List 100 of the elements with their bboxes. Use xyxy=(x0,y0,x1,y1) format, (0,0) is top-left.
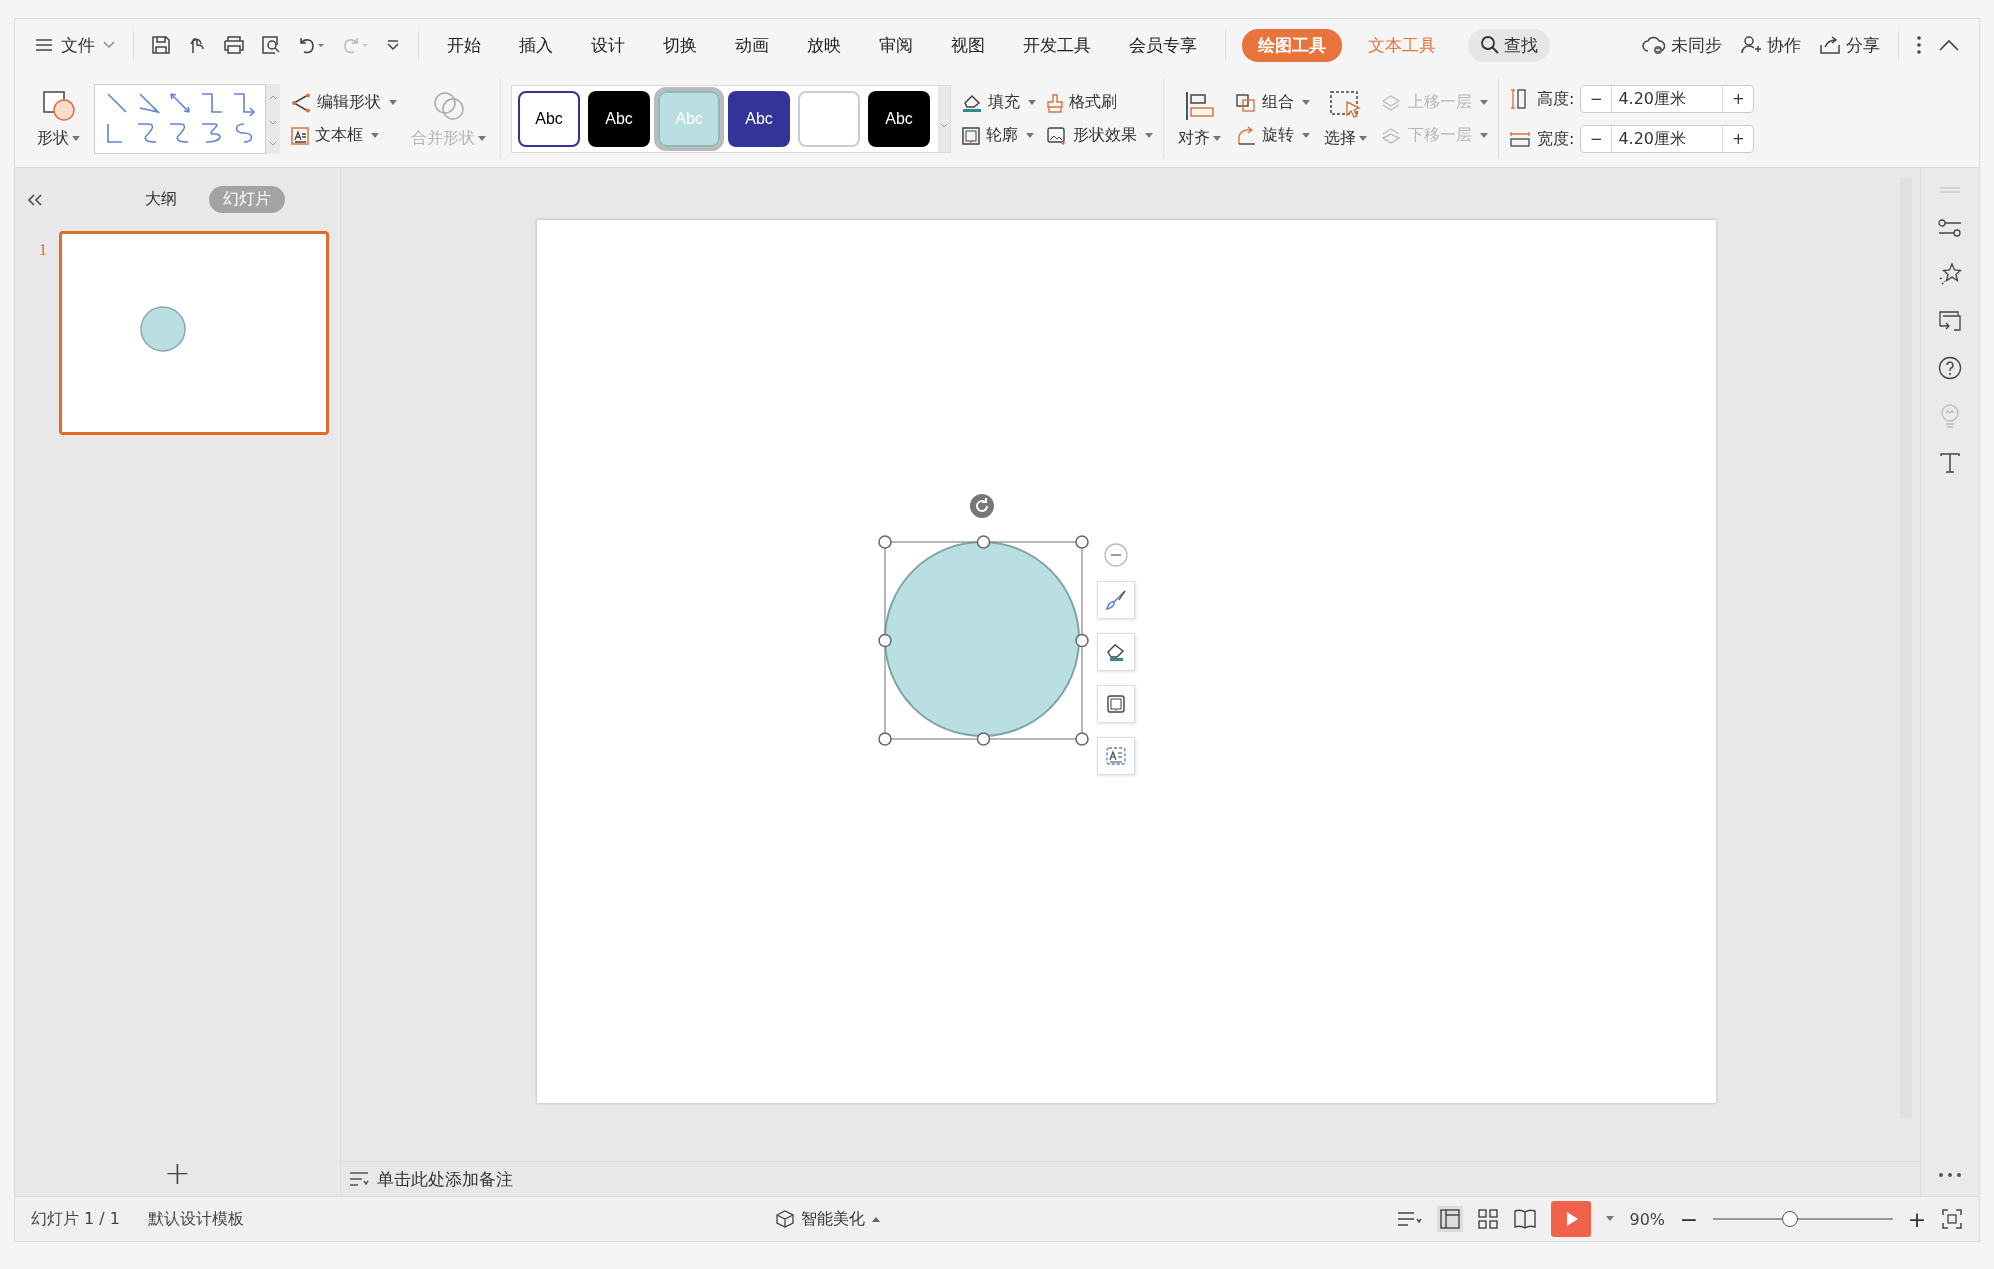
collapse-panel-icon[interactable] xyxy=(27,192,43,207)
text-box-button[interactable]: 文本框 xyxy=(290,125,397,146)
collapse-ribbon-icon[interactable] xyxy=(1938,38,1960,52)
help-icon[interactable] xyxy=(1938,356,1962,380)
adjust-settings-icon[interactable] xyxy=(1938,218,1962,238)
shape-style-swatch[interactable] xyxy=(798,91,860,147)
zoom-slider-thumb[interactable] xyxy=(1782,1211,1799,1227)
save-icon[interactable] xyxy=(151,35,171,55)
rotate-icon xyxy=(1235,125,1257,146)
ribbon-tab[interactable]: 切换 xyxy=(651,28,709,62)
line-shapes-gallery[interactable] xyxy=(94,84,266,154)
shape-style-swatch[interactable]: Abc xyxy=(868,91,930,147)
ribbon-tab[interactable]: 放映 xyxy=(795,28,853,62)
outline-button[interactable]: 轮廓 xyxy=(961,125,1036,146)
paintbrush-icon xyxy=(1105,589,1127,611)
size-label: 高度: xyxy=(1537,88,1575,110)
caret-icon xyxy=(1480,133,1488,138)
zoom-out-button[interactable]: − xyxy=(1679,1206,1699,1232)
ribbon-tab[interactable]: 开发工具 xyxy=(1011,28,1103,62)
select-button[interactable]: 选择 xyxy=(1320,85,1371,153)
size-spin-field[interactable]: − 4.20厘米 + xyxy=(1580,125,1755,153)
notes-toggle-icon[interactable] xyxy=(1397,1210,1424,1228)
edit-shape-button[interactable]: 编辑形状 xyxy=(290,92,397,113)
reading-view-icon[interactable] xyxy=(1513,1208,1538,1230)
cube-icon xyxy=(774,1209,795,1229)
group-button[interactable]: 组合 xyxy=(1235,92,1310,113)
caret-icon xyxy=(478,135,486,141)
rotate-button[interactable]: 旋转 xyxy=(1235,125,1310,146)
ribbon-tab[interactable]: 插入 xyxy=(507,28,565,62)
slide-thumbnail[interactable] xyxy=(59,231,329,435)
caret-icon xyxy=(1480,100,1488,105)
shape-style-swatch[interactable]: Abc xyxy=(518,91,580,147)
text-box-icon xyxy=(290,125,310,146)
collaborate-button[interactable]: 协作 xyxy=(1740,33,1801,57)
zoom-in-button[interactable]: + xyxy=(1907,1206,1927,1232)
search-button[interactable]: 查找 xyxy=(1468,28,1550,62)
ribbon-tab[interactable]: 会员专享 xyxy=(1117,28,1209,62)
notes-field[interactable]: 单击此处添加备注 xyxy=(377,1167,513,1191)
play-slideshow-button[interactable] xyxy=(1551,1201,1592,1237)
ribbon-tab[interactable]: 开始 xyxy=(435,28,493,62)
grid-view-icon[interactable] xyxy=(1477,1208,1500,1230)
caret-icon xyxy=(1026,133,1034,138)
caret-icon xyxy=(1145,133,1153,138)
rotate-handle-icon[interactable] xyxy=(969,493,995,519)
sync-status-button[interactable]: 未同步 xyxy=(1642,33,1722,57)
fill-button[interactable]: 填充 xyxy=(961,92,1036,113)
shape-button[interactable]: 形状 xyxy=(33,85,84,153)
shape-effects-button[interactable]: 形状效果 xyxy=(1046,125,1153,146)
smart-beautify-button[interactable]: 智能美化 xyxy=(774,1208,881,1230)
more-icon[interactable] xyxy=(1938,1172,1962,1178)
gallery-scrollbar[interactable] xyxy=(938,86,950,152)
share-button[interactable]: 分享 xyxy=(1819,33,1880,57)
ribbon-tab[interactable]: 视图 xyxy=(939,28,997,62)
shape-fill-button[interactable] xyxy=(1097,633,1135,671)
share-icon xyxy=(1819,35,1841,55)
dropdown-caret-icon[interactable] xyxy=(1605,1215,1616,1223)
template-name[interactable]: 默认设计模板 xyxy=(148,1208,244,1230)
ribbon-tab[interactable]: 动画 xyxy=(723,28,781,62)
overlapping-circles-icon xyxy=(431,89,466,122)
notes-icon xyxy=(349,1171,369,1187)
chevron-down-icon xyxy=(103,41,115,49)
format-painter-button[interactable]: 格式刷 xyxy=(1046,92,1153,113)
text-box-icon xyxy=(1105,745,1127,767)
text-style-icon[interactable] xyxy=(1939,452,1961,474)
caret-icon xyxy=(1302,133,1310,138)
shapes-icon xyxy=(41,89,76,122)
fit-window-icon[interactable] xyxy=(1941,1208,1963,1230)
caret-up-icon xyxy=(870,1215,881,1223)
ribbon-tab[interactable]: 设计 xyxy=(579,28,637,62)
shape-style-swatch[interactable]: Abc xyxy=(728,91,790,147)
zoom-level[interactable]: 90% xyxy=(1629,1209,1665,1229)
shape-style-button[interactable] xyxy=(1097,581,1135,619)
ribbon-tab[interactable]: 审阅 xyxy=(867,28,925,62)
more-options-icon[interactable] xyxy=(1916,35,1922,55)
star-animation-icon[interactable] xyxy=(1938,262,1962,286)
text-wrap-button[interactable] xyxy=(1097,737,1135,775)
slide-transition-icon[interactable] xyxy=(1938,310,1962,332)
caret-icon xyxy=(1028,100,1036,105)
hand-pointer-icon[interactable] xyxy=(187,35,207,55)
print-preview-icon[interactable] xyxy=(261,35,281,55)
panel-tab[interactable]: 大纲 xyxy=(131,186,191,213)
gallery-scrollbar[interactable] xyxy=(266,84,280,154)
shape-style-swatch[interactable]: Abc xyxy=(588,91,650,147)
size-spin-field[interactable]: − 4.20厘米 + xyxy=(1580,85,1755,113)
menu-icon xyxy=(35,38,53,52)
undo-icon[interactable] xyxy=(297,35,325,55)
caret-icon xyxy=(371,133,379,138)
layers-down-icon xyxy=(1381,125,1403,146)
outline-icon xyxy=(1105,693,1127,715)
shape-outline-button[interactable] xyxy=(1097,685,1135,723)
collapse-toolbar-icon[interactable] xyxy=(1104,543,1128,567)
group-icon xyxy=(1235,92,1257,113)
align-button[interactable]: 对齐 xyxy=(1174,85,1225,153)
print-icon[interactable] xyxy=(223,35,245,55)
edit-points-icon xyxy=(290,92,312,113)
align-left-icon xyxy=(1183,89,1216,122)
add-slide-button[interactable]: + xyxy=(164,1154,191,1192)
file-menu[interactable]: 文件 xyxy=(29,29,121,61)
normal-view-icon[interactable] xyxy=(1437,1206,1464,1232)
caret-icon xyxy=(1359,135,1367,141)
